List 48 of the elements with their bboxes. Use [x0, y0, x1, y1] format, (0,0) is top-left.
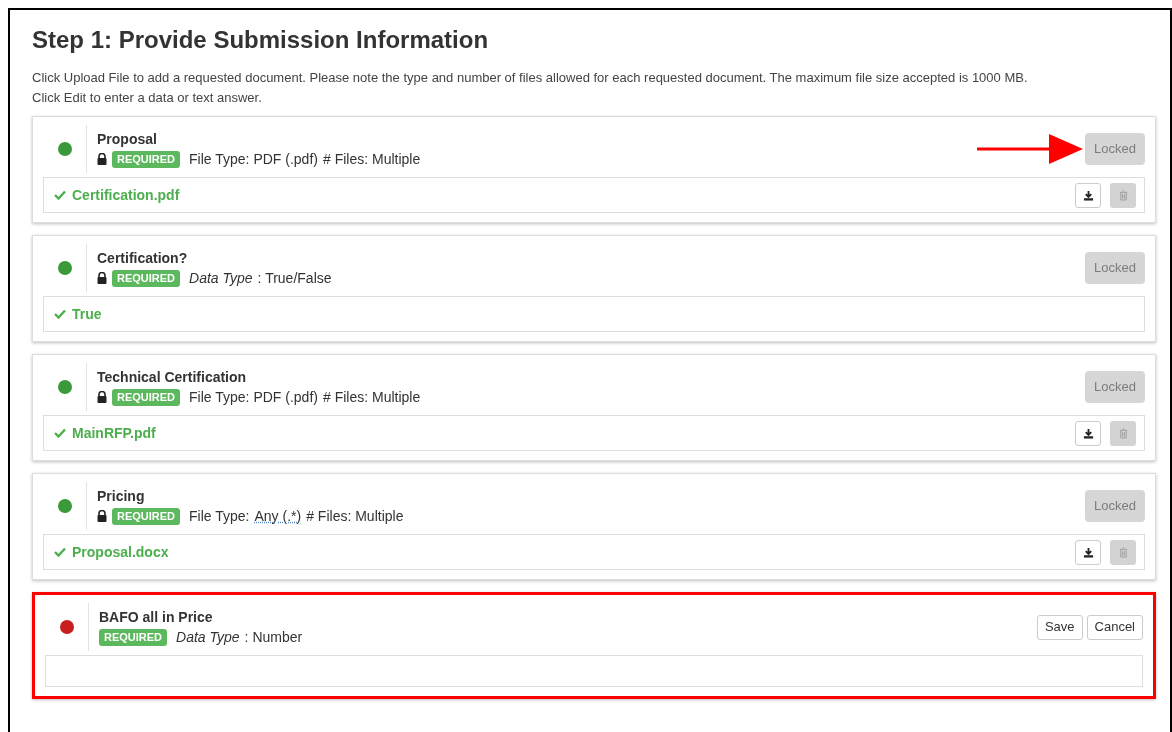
- check-icon: [54, 428, 66, 438]
- meta-text: : Number: [244, 628, 303, 647]
- meta-text: File Type:: [189, 507, 250, 526]
- locked-button[interactable]: Locked: [1085, 371, 1145, 403]
- instruction-text: Click Edit to enter a data or text answer.: [32, 89, 263, 107]
- download-icon: [1082, 546, 1094, 558]
- download-icon: [1082, 189, 1094, 201]
- meta-text: : True/False: [257, 269, 332, 288]
- meta-text: Any (.*): [254, 507, 302, 526]
- locked-button[interactable]: Locked: [1085, 133, 1145, 165]
- locked-button[interactable]: Locked: [1085, 252, 1145, 284]
- item-title: Certification?: [97, 249, 189, 268]
- meta-text: Data Type: [189, 269, 253, 288]
- answer-value: True: [72, 304, 103, 324]
- item-title: BAFO all in Price: [99, 608, 214, 627]
- meta-text: # Files: Multiple: [322, 150, 421, 169]
- instruction-text: Click Upload File to add a requested document. Please note the type and number of files allowed for each requested document. The maximum file size accepted is 1000 MB.: [32, 69, 1029, 87]
- action-button[interactable]: Cancel: [1086, 614, 1143, 640]
- required-badge: REQUIRED: [112, 507, 181, 525]
- trash-icon: [1118, 427, 1128, 439]
- meta-text: File Type: PDF (.pdf): [189, 150, 318, 169]
- item-title: Technical Certification: [97, 368, 248, 387]
- download-button[interactable]: [1075, 420, 1101, 446]
- delete-button[interactable]: [1110, 182, 1136, 208]
- required-badge: REQUIRED: [112, 388, 181, 406]
- trash-icon: [1118, 189, 1128, 201]
- meta-text: # Files: Multiple: [322, 388, 421, 407]
- required-badge: REQUIRED: [112, 150, 181, 168]
- required-badge: REQUIRED: [99, 628, 168, 646]
- item-title: Pricing: [97, 487, 146, 506]
- download-button[interactable]: [1075, 182, 1101, 208]
- trash-icon: [1118, 546, 1128, 558]
- check-icon: [54, 547, 66, 557]
- delete-button[interactable]: [1110, 420, 1136, 446]
- locked-button[interactable]: Locked: [1085, 490, 1145, 522]
- download-icon: [1082, 427, 1094, 439]
- action-button[interactable]: Save: [1036, 614, 1083, 640]
- download-button[interactable]: [1075, 539, 1101, 565]
- check-icon: [54, 309, 66, 319]
- delete-button[interactable]: [1110, 539, 1136, 565]
- check-icon: [54, 190, 66, 200]
- meta-text: File Type: PDF (.pdf): [189, 388, 318, 407]
- page-title: Step 1: Provide Submission Information: [32, 25, 490, 55]
- meta-text: Data Type: [176, 628, 240, 647]
- required-badge: REQUIRED: [112, 269, 181, 287]
- item-title: Proposal: [97, 130, 158, 149]
- answer-field[interactable]: [45, 655, 1143, 687]
- meta-text: # Files: Multiple: [306, 507, 404, 526]
